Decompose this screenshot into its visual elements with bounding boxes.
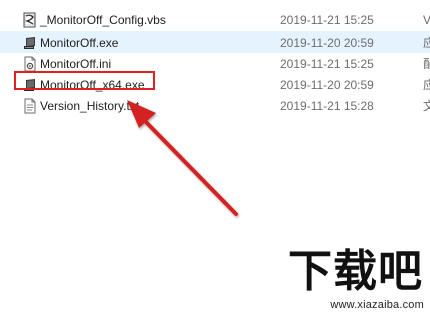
arrow-head: [127, 100, 156, 128]
watermark-logo: 下载吧: [288, 246, 423, 297]
watermark: 下载吧 www.xiazaiba.com: [284, 246, 424, 312]
screenshot-viewport: _MonitorOff_Config.vbs 2019-11-21 15:25 …: [0, 0, 430, 313]
watermark-url: www.xiazaiba.com: [330, 299, 424, 311]
arrow-shaft: [142, 118, 238, 216]
